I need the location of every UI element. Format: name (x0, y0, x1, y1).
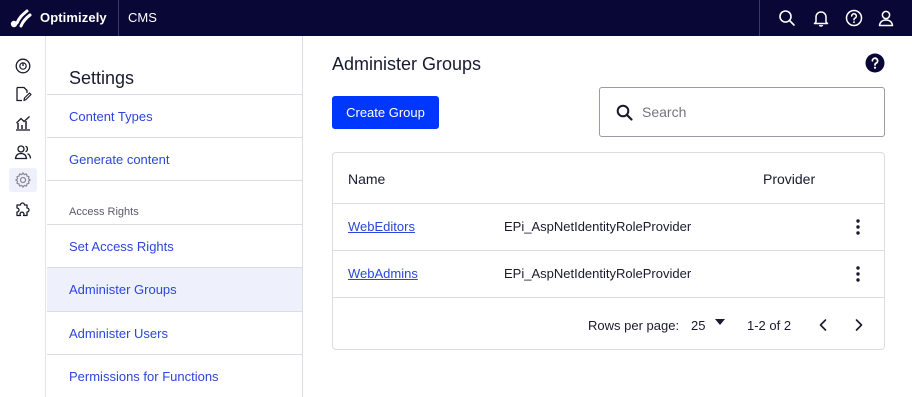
previous-page-icon[interactable] (812, 314, 834, 336)
search-input[interactable] (642, 100, 872, 124)
caret-down-icon (715, 319, 725, 325)
table-pagination: Rows per page: 25 1-2 of 2 (333, 297, 884, 349)
settings-item-set-access-rights[interactable]: Set Access Rights (47, 224, 302, 267)
search-icon (616, 104, 633, 121)
create-group-button[interactable]: Create Group (332, 96, 439, 129)
product-name[interactable]: CMS (128, 10, 157, 25)
left-rail (0, 36, 46, 397)
settings-title: Settings (69, 68, 135, 88)
puzzle-icon[interactable] (9, 197, 37, 221)
help-icon[interactable] (865, 53, 885, 73)
settings-item-content-types[interactable]: Content Types (47, 94, 302, 137)
gear-icon[interactable] (9, 168, 37, 192)
toolbar-divider (759, 0, 760, 36)
top-bar: Optimizely CMS (0, 0, 912, 36)
page-title: Administer Groups (332, 54, 482, 74)
next-page-icon[interactable] (848, 314, 870, 336)
optimizely-logo-icon[interactable] (8, 6, 32, 30)
search-icon[interactable] (777, 8, 797, 28)
rows-per-page-select[interactable]: 25 (691, 315, 729, 335)
settings-item-administer-users[interactable]: Administer Users (47, 311, 302, 354)
edit-icon[interactable] (9, 82, 37, 106)
column-header-name[interactable]: Name (348, 171, 385, 187)
group-provider: EPi_AspNetIdentityRoleProvider (504, 219, 692, 234)
search-box[interactable] (599, 87, 885, 137)
dashboard-icon[interactable] (9, 54, 37, 78)
more-options-icon[interactable] (850, 217, 866, 237)
settings-section-header: Access Rights (69, 206, 139, 218)
help-icon[interactable] (844, 8, 864, 28)
settings-item-permissions-for-functions[interactable]: Permissions for Functions (47, 354, 302, 397)
rows-per-page-label: Rows per page: (588, 318, 680, 333)
column-header-provider[interactable]: Provider (763, 171, 815, 187)
more-options-icon[interactable] (850, 264, 866, 284)
settings-panel: Settings Content Types Generate content … (47, 36, 303, 397)
brand-divider (118, 0, 119, 36)
group-provider: EPi_AspNetIdentityRoleProvider (504, 266, 692, 281)
table-row: WebEditors EPi_AspNetIdentityRoleProvide… (333, 203, 884, 250)
user-icon[interactable] (876, 8, 896, 28)
group-link-webadmins[interactable]: WebAdmins (348, 266, 418, 281)
brand-name: Optimizely (40, 10, 107, 25)
users-icon[interactable] (9, 140, 37, 164)
settings-item-administer-groups[interactable]: Administer Groups (47, 267, 302, 311)
pagination-range: 1-2 of 2 (747, 318, 792, 333)
settings-item-generate-content[interactable]: Generate content (47, 137, 302, 180)
groups-table: Name Provider WebEditors EPi_AspNetIdent… (332, 152, 885, 350)
bell-icon[interactable] (811, 8, 831, 28)
analytics-icon[interactable] (9, 111, 37, 135)
group-link-webeditors[interactable]: WebEditors (348, 219, 415, 234)
table-row: WebAdmins EPi_AspNetIdentityRoleProvider (333, 250, 884, 297)
rows-per-page-value: 25 (691, 318, 706, 333)
